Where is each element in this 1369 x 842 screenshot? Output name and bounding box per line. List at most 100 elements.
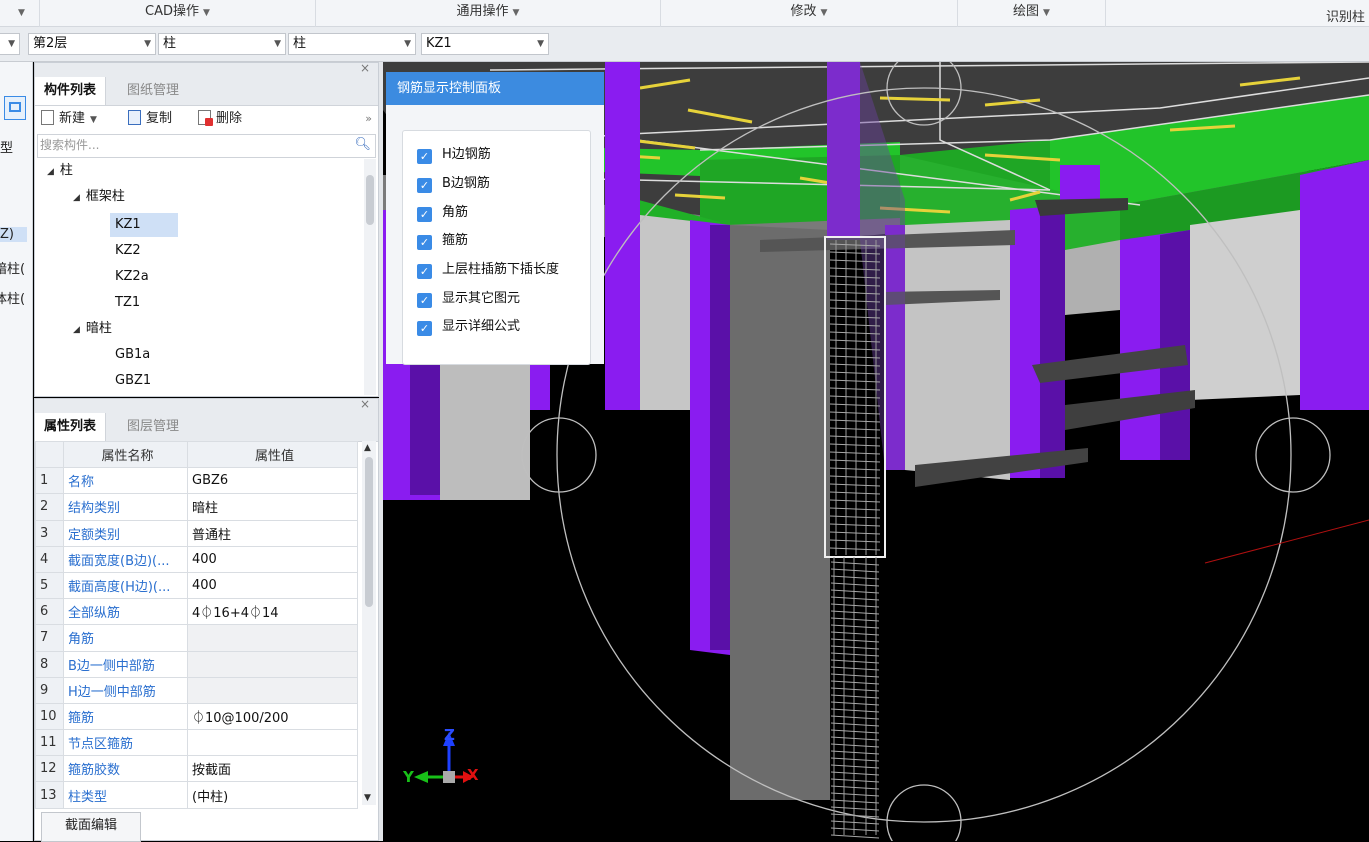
grid-view-icon[interactable] [4,96,26,120]
row-number: 12 [35,755,64,783]
expand-triangle-icon[interactable]: ◢ [47,167,54,177]
table-row[interactable]: 6 全部纵筋 4⏀16+4⏀14 [35,598,358,626]
scrollbar-thumb[interactable] [366,175,374,225]
table-row[interactable]: 7 角筋 [35,624,358,652]
section-edit-button[interactable]: 截面编辑 [41,812,141,842]
delete-button[interactable]: 删除 [198,105,242,133]
expand-triangle-icon[interactable]: ◢ [73,193,80,203]
row-number: 13 [35,781,64,809]
table-row[interactable]: 8 B边一侧中部筋 [35,650,358,678]
checkbox-b-side-rebar[interactable]: ✓ B边钢筋 [417,174,490,194]
table-row[interactable]: 4 截面宽度(B边)(... 400 [35,545,358,573]
checkbox-checked-icon[interactable]: ✓ [417,235,432,250]
tree-node-kz1[interactable]: KZ1 [110,213,178,237]
tree-scrollbar[interactable] [364,159,376,395]
checkbox-checked-icon[interactable]: ✓ [417,264,432,279]
tree-node-column[interactable]: ◢ 柱 [47,159,73,183]
chevron-down-icon: ▼ [203,8,210,18]
checkbox-checked-icon[interactable]: ✓ [417,178,432,193]
property-value[interactable]: 400 [187,571,358,600]
property-value[interactable]: (中柱) [187,781,358,809]
more-toolbar-button[interactable]: » [365,105,372,133]
property-scrollbar[interactable]: ▲ ▼ [362,441,376,805]
property-value[interactable] [187,650,358,678]
component-select[interactable]: KZ1 ▼ [421,33,549,55]
ribbon-group-modify[interactable]: 修改 ▼ [661,0,958,27]
table-header-row: 属性名称 属性值 [35,440,358,469]
checkbox-show-other-elements[interactable]: ✓ 显示其它图元 [417,289,520,309]
tab-layer-management[interactable]: 图层管理 [118,413,188,441]
checkbox-corner-rebar[interactable]: ✓ 角筋 [417,203,468,223]
scrollbar-thumb[interactable] [365,457,373,607]
tab-component-list[interactable]: 构件列表 [35,77,107,105]
property-value[interactable]: 普通柱 [187,519,358,547]
table-row[interactable]: 1 名称 GBZ6 [35,467,358,495]
checkbox-stirrup[interactable]: ✓ 箍筋 [417,231,468,251]
checkbox-h-side-rebar[interactable]: ✓ H边钢筋 [417,145,491,165]
property-value[interactable] [187,624,358,652]
tab-property-list[interactable]: 属性列表 [35,413,107,441]
tab-drawing-management[interactable]: 图纸管理 [118,77,188,105]
close-icon[interactable]: × [360,61,370,75]
property-value[interactable]: 按截面 [187,755,358,783]
property-value[interactable]: 暗柱 [187,493,358,521]
table-row[interactable]: 12 箍筋胶数 按截面 [35,755,358,783]
rebar-panel-title[interactable]: 钢筋显示控制面板 [386,72,604,105]
chevron-down-icon: ▼ [820,8,828,18]
table-row[interactable]: 2 结构类别 暗柱 [35,493,358,521]
property-value[interactable] [187,676,358,704]
ribbon-group-label: 识别柱 [1325,10,1365,25]
tree-node-gbz1[interactable]: GBZ1 [115,369,151,393]
tree-node-kz2[interactable]: KZ2 [115,239,141,263]
tree-node-kz2a[interactable]: KZ2a [115,265,149,289]
tree-node-tz1[interactable]: TZ1 [115,291,140,315]
table-row[interactable]: 9 H边一侧中部筋 [35,676,358,704]
search-icon[interactable]: 🔍︎ [354,135,371,155]
copy-button[interactable]: 复制 [128,105,172,133]
scroll-up-icon[interactable]: ▲ [364,443,371,453]
chevron-down-icon: ▼ [1043,8,1050,18]
left-nav-label[interactable]: 体柱( [0,288,25,307]
property-value[interactable]: ⏀10@100/200 [187,702,358,731]
checkbox-show-detailed-formula[interactable]: ✓ 显示详细公式 [417,317,520,337]
panel-splitter[interactable] [379,62,383,841]
floor-select[interactable]: 第2层 ▼ [28,33,156,55]
checkbox-checked-icon[interactable]: ✓ [417,293,432,308]
checkbox-checked-icon[interactable]: ✓ [417,207,432,222]
new-button[interactable]: 新建 ▼ [41,105,97,134]
table-row[interactable]: 13 柱类型 (中柱) [35,781,358,809]
table-row[interactable]: 3 定额类别 普通柱 [35,519,358,547]
property-value[interactable]: GBZ6 [187,467,358,495]
left-nav-label[interactable]: Z) [0,227,27,242]
ribbon-group-cad[interactable]: CAD操作 ▼ [40,0,316,27]
type-select[interactable]: 柱 ▼ [288,33,416,55]
chevron-down-icon: ▼ [404,39,411,49]
checkbox-upper-dowel-length[interactable]: ✓ 上层柱插筋下插长度 [417,260,559,280]
ribbon-group-previous[interactable]: ▼ [0,0,40,27]
property-value[interactable]: 4⏀16+4⏀14 [187,598,358,626]
left-nav-label[interactable]: 暗柱( [0,258,25,277]
previous-dropdown[interactable]: ▼ [0,33,20,55]
table-row[interactable]: 10 箍筋 ⏀10@100/200 [35,702,358,731]
category-select[interactable]: 柱 ▼ [158,33,286,55]
new-button-label: 新建 [59,111,86,126]
component-search-input[interactable]: 搜索构件... 🔍︎ [37,134,376,158]
table-row[interactable]: 11 节点区箍筋 [35,729,358,757]
rebar-options-box: ✓ H边钢筋 ✓ B边钢筋 ✓ 角筋 ✓ 箍筋 ✓ 上层柱插筋下插长度 ✓ 显示其它图元 ✓… [402,130,591,365]
tree-node-gb1a[interactable]: GB1a [115,343,150,367]
close-icon[interactable]: × [360,397,370,411]
property-name: 截面高度(H边)(... [63,571,188,600]
checkbox-checked-icon[interactable]: ✓ [417,149,432,164]
ribbon-group-draw[interactable]: 绘图 ▼ [958,0,1106,27]
property-value[interactable]: 400 [187,545,358,573]
expand-triangle-icon[interactable]: ◢ [73,325,80,335]
ribbon-group-identify-column[interactable]: 识别柱 [1106,0,1369,27]
table-row[interactable]: 5 截面高度(H边)(... 400 [35,571,358,600]
tree-node-frame-column[interactable]: ◢ 框架柱 [73,185,125,209]
property-value[interactable] [187,729,358,757]
left-nav-label[interactable]: 型 [0,137,13,156]
tree-node-hidden-column[interactable]: ◢ 暗柱 [73,317,112,341]
checkbox-checked-icon[interactable]: ✓ [417,321,432,336]
ribbon-group-common[interactable]: 通用操作 ▼ [316,0,661,27]
scroll-down-icon[interactable]: ▼ [364,793,371,803]
